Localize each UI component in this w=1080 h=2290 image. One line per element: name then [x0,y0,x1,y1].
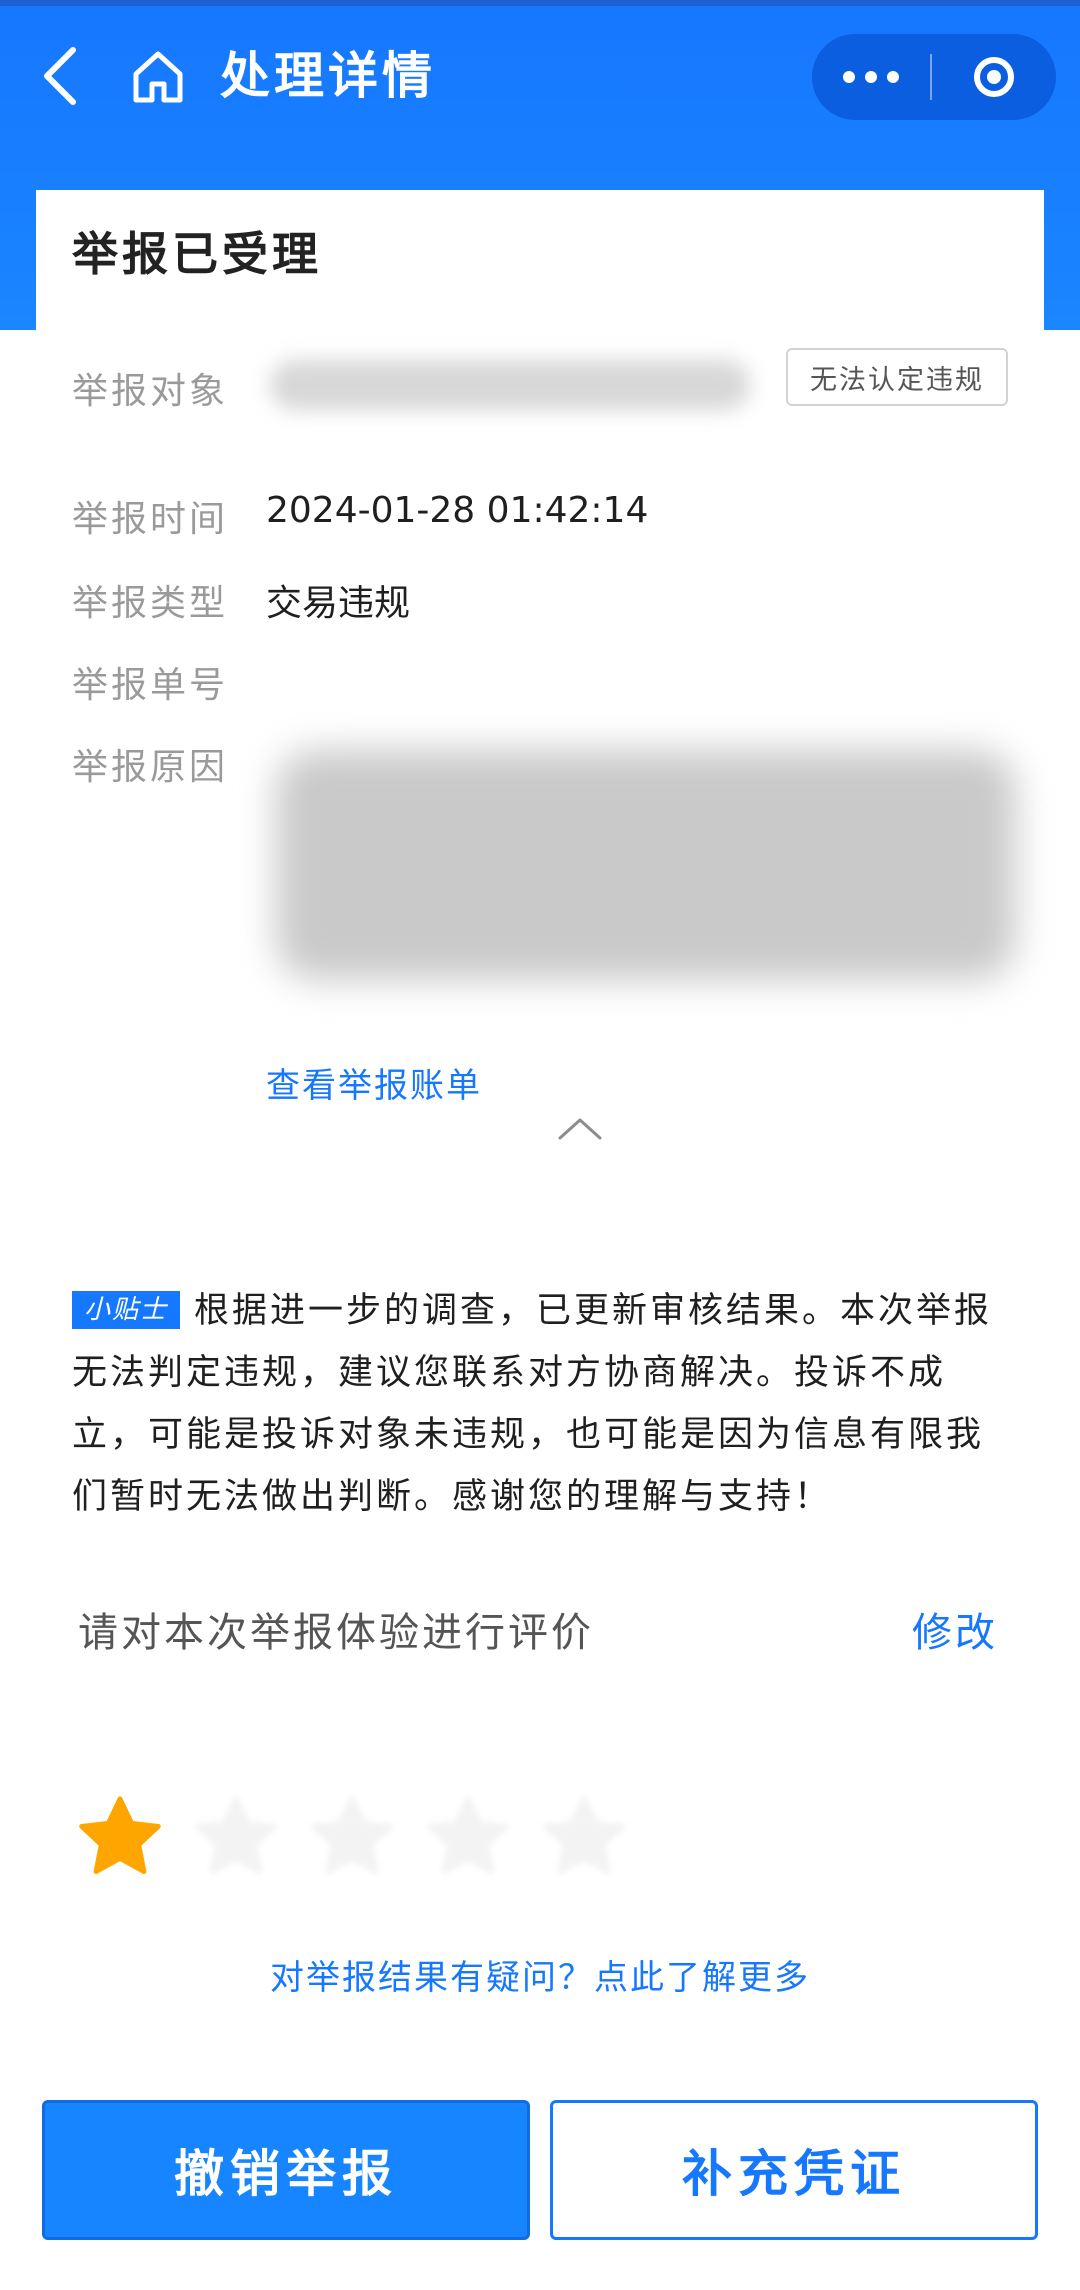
chevron-left-icon [44,47,76,105]
star-5[interactable] [536,1790,632,1886]
collapse-button[interactable] [552,1108,608,1148]
star-filled-icon [79,1796,161,1874]
chevron-up-icon [558,1118,602,1140]
verdict-badge: 无法认定违规 [786,348,1008,406]
tip-text: 根据进一步的调查，已更新审核结果。本次举报无法判定违规，建议您联系对方协商解决。… [72,1291,993,1517]
star-empty-icon [543,1796,625,1874]
tip-badge: 小贴士 [72,1291,181,1329]
learn-more-link[interactable]: 对举报结果有疑问？点此了解更多 [36,1950,1044,1999]
cancel-report-button[interactable]: 撤销举报 [42,2100,530,2240]
time-label: 举报时间 [72,499,229,540]
reason-label: 举报原因 [72,747,229,788]
more-button[interactable] [812,34,930,120]
rating-prompt: 请对本次举报体验进行评价 [78,1610,594,1656]
detail-card: 举报已受理 举报对象 无法认定违规 举报时间 2024-01-28 01:42:… [36,190,1044,2290]
tip-section: 小贴士 根据进一步的调查，已更新审核结果。本次举报无法判定违规，建议您联系对方协商… [72,1280,1012,1528]
star-3[interactable] [304,1790,400,1886]
type-label: 举报类型 [72,583,229,624]
star-1[interactable] [72,1790,168,1886]
status-title: 举报已受理 [72,227,322,281]
rating-stars [72,1790,652,1886]
number-label: 举报单号 [72,665,229,706]
page-title: 处理详情 [220,47,436,105]
time-value: 2024-01-28 01:42:14 [266,490,649,531]
mini-program-capsule [812,34,1056,120]
home-button[interactable] [128,46,188,106]
back-button[interactable] [34,44,84,108]
home-icon [133,51,183,103]
edit-rating-button[interactable]: 修改 [912,1600,998,1658]
more-dots-icon [838,71,904,83]
target-label: 举报对象 [72,371,229,412]
star-empty-icon [311,1796,393,1874]
close-mini-program-button[interactable] [932,34,1056,120]
supplement-evidence-button[interactable]: 补充凭证 [550,2100,1038,2240]
type-value: 交易违规 [266,583,411,624]
redacted-reason [276,750,1016,980]
star-4[interactable] [420,1790,516,1886]
star-empty-icon [427,1796,509,1874]
star-2[interactable] [188,1790,284,1886]
redacted-target [270,360,750,410]
view-bill-link[interactable]: 查看举报账单 [266,1058,482,1107]
target-circle-icon [974,57,1014,97]
star-empty-icon [195,1796,277,1874]
